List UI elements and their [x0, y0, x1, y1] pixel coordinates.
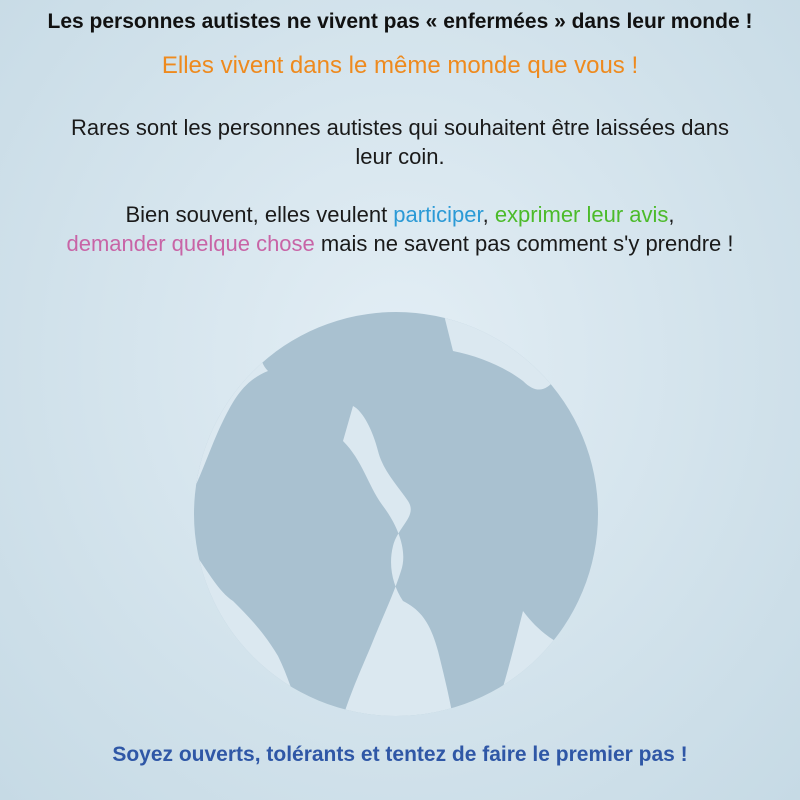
highlight-participate: participer: [393, 202, 483, 227]
paragraph-1: Rares sont les personnes autistes qui so…: [71, 115, 729, 169]
paragraph-2-intro: Bien souvent, elles veulent: [125, 202, 394, 227]
globe-icon: [194, 312, 598, 716]
paragraph-2: Bien souvent, elles veulent participer, …: [50, 200, 750, 258]
page-title: Les personnes autistes ne vivent pas « e…: [47, 10, 753, 33]
page-subtitle: Elles vivent dans le même monde que vous…: [161, 52, 639, 79]
highlight-ask-something: demander quelque chose: [66, 231, 315, 256]
paragraph-2-outro: mais ne savent pas comment s'y prendre !: [314, 231, 734, 256]
separator-2: ,: [668, 202, 675, 227]
separator-1: ,: [482, 202, 495, 227]
footer-call-to-action: Soyez ouverts, tolérants et tentez de fa…: [112, 743, 688, 766]
highlight-express-opinion: exprimer leur avis: [494, 202, 669, 227]
